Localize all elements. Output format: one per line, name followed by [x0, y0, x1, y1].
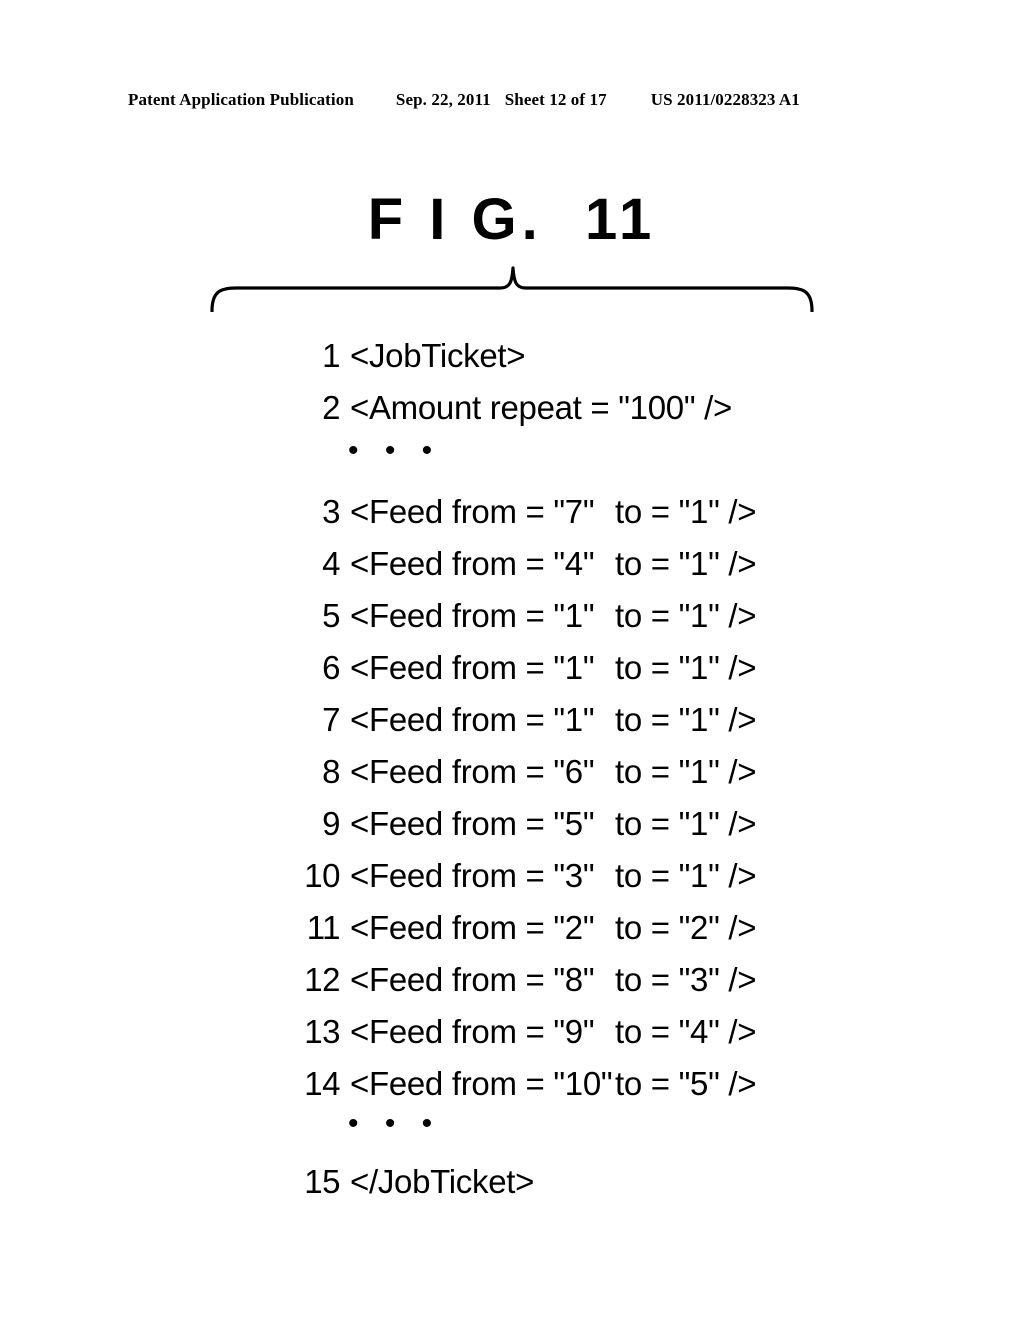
feed-to-expression: to = "1" />: [615, 805, 757, 842]
line-content: <Feed from = "9" to = "4" />: [350, 1006, 757, 1058]
line-content: <Feed from = "5" to = "1" />: [350, 798, 757, 850]
line-number: 11: [306, 909, 341, 946]
code-line: 7 <Feed from = "1" to = "1" />: [296, 694, 816, 746]
line-number: 13: [304, 1013, 340, 1050]
feed-to-expression: to = "1" />: [615, 701, 757, 738]
line-content: <Feed from = "1" to = "1" />: [350, 590, 757, 642]
line-content: <Feed from = "2" to = "2" />: [350, 902, 757, 954]
line-number: 14: [304, 1065, 340, 1102]
code-ellipsis-upper: • • •: [296, 434, 816, 486]
ellipsis-dots: • • •: [348, 434, 442, 467]
line-content: <Feed from = "4" to = "1" />: [350, 538, 757, 590]
feed-to-expression: to = "1" />: [615, 857, 757, 894]
code-ellipsis-lower: • • •: [296, 1107, 816, 1156]
line-number: 3: [322, 493, 340, 530]
feed-to-expression: to = "4" />: [615, 1013, 757, 1050]
line-content: <Amount repeat = "100" />: [350, 389, 732, 426]
line-number: 9: [322, 805, 340, 842]
code-line: 2 <Amount repeat = "100" />: [296, 382, 816, 434]
header-date-label: Sep. 22, 2011: [395, 90, 491, 109]
code-line: 14 <Feed from = "10"to = "5" />: [296, 1058, 816, 1110]
feed-to-expression: to = "3" />: [615, 961, 757, 998]
code-line: 9 <Feed from = "5" to = "1" />: [296, 798, 816, 850]
feed-from-expression: <Feed from = "1": [350, 649, 595, 686]
line-content: <Feed from = "1" to = "1" />: [350, 694, 757, 746]
code-line: 3 <Feed from = "7" to = "1" />: [296, 486, 816, 538]
feed-from-expression: <Feed from = "1": [350, 701, 595, 738]
line-content: <Feed from = "7" to = "1" />: [350, 486, 757, 538]
line-content: <Feed from = "8" to = "3" />: [350, 954, 757, 1006]
feed-to-expression: to = "1" />: [615, 649, 757, 686]
header-document-number: US 2011/0228323 A1: [650, 90, 800, 109]
figure-title: F I G. 11: [367, 187, 657, 252]
line-number: 2: [322, 389, 340, 426]
feed-from-expression: <Feed from = "9": [350, 1013, 595, 1050]
line-number: 10: [304, 857, 340, 894]
code-line: 13 <Feed from = "9" to = "4" />: [296, 1006, 816, 1058]
code-line: 5 <Feed from = "1" to = "1" />: [296, 590, 816, 642]
code-line: 15 </JobTicket>: [296, 1156, 816, 1208]
feed-to-expression: to = "5" />: [615, 1065, 757, 1102]
feed-from-expression: <Feed from = "1": [350, 597, 595, 634]
line-number: 12: [304, 961, 340, 998]
line-number: 7: [322, 701, 340, 738]
line-number: 8: [322, 753, 340, 790]
code-line: 10 <Feed from = "3" to = "1" />: [296, 850, 816, 902]
code-line: 8 <Feed from = "6" to = "1" />: [296, 746, 816, 798]
line-content: <Feed from = "1" to = "1" />: [350, 642, 757, 694]
code-line: 6 <Feed from = "1" to = "1" />: [296, 642, 816, 694]
code-line: 11 <Feed from = "2" to = "2" />: [296, 902, 816, 954]
top-curly-brace: [210, 266, 814, 312]
line-number: 15: [304, 1163, 340, 1200]
feed-to-expression: to = "1" />: [615, 493, 757, 530]
curly-brace-icon: [210, 266, 814, 312]
feed-to-expression: to = "2" />: [615, 909, 757, 946]
code-listing: 1 <JobTicket> 2 <Amount repeat = "100" /…: [296, 330, 816, 1208]
line-content: <Feed from = "3" to = "1" />: [350, 850, 757, 902]
feed-from-expression: <Feed from = "5": [350, 805, 595, 842]
feed-from-expression: <Feed from = "2": [350, 909, 595, 946]
feed-to-expression: to = "1" />: [615, 597, 757, 634]
feed-from-expression: <Feed from = "7": [350, 493, 595, 530]
line-content: <Feed from = "10"to = "5" />: [350, 1058, 757, 1110]
line-content: <JobTicket>: [350, 337, 526, 374]
code-line: 4 <Feed from = "4" to = "1" />: [296, 538, 816, 590]
feed-from-expression: <Feed from = "6": [350, 753, 595, 790]
code-line: 12 <Feed from = "8" to = "3" />: [296, 954, 816, 1006]
line-number: 4: [322, 545, 340, 582]
header-publication-label: Patent Application Publication: [128, 90, 354, 109]
code-line: 1 <JobTicket>: [296, 330, 816, 382]
line-content: <Feed from = "6" to = "1" />: [350, 746, 757, 798]
feed-to-expression: to = "1" />: [615, 545, 757, 582]
feed-to-expression: to = "1" />: [615, 753, 757, 790]
feed-from-expression: <Feed from = "10": [350, 1065, 613, 1102]
feed-from-expression: <Feed from = "8": [350, 961, 595, 998]
feed-from-expression: <Feed from = "4": [350, 545, 595, 582]
header-sheet-label: Sheet 12 of 17: [504, 90, 607, 109]
line-number: 5: [322, 597, 340, 634]
page-header: Patent Application Publication Sep. 22, …: [128, 90, 896, 110]
line-number: 6: [322, 649, 340, 686]
feed-from-expression: <Feed from = "3": [350, 857, 595, 894]
line-number: 1: [322, 337, 340, 374]
ellipsis-dots: • • •: [348, 1107, 442, 1140]
line-content: </JobTicket>: [350, 1163, 535, 1200]
